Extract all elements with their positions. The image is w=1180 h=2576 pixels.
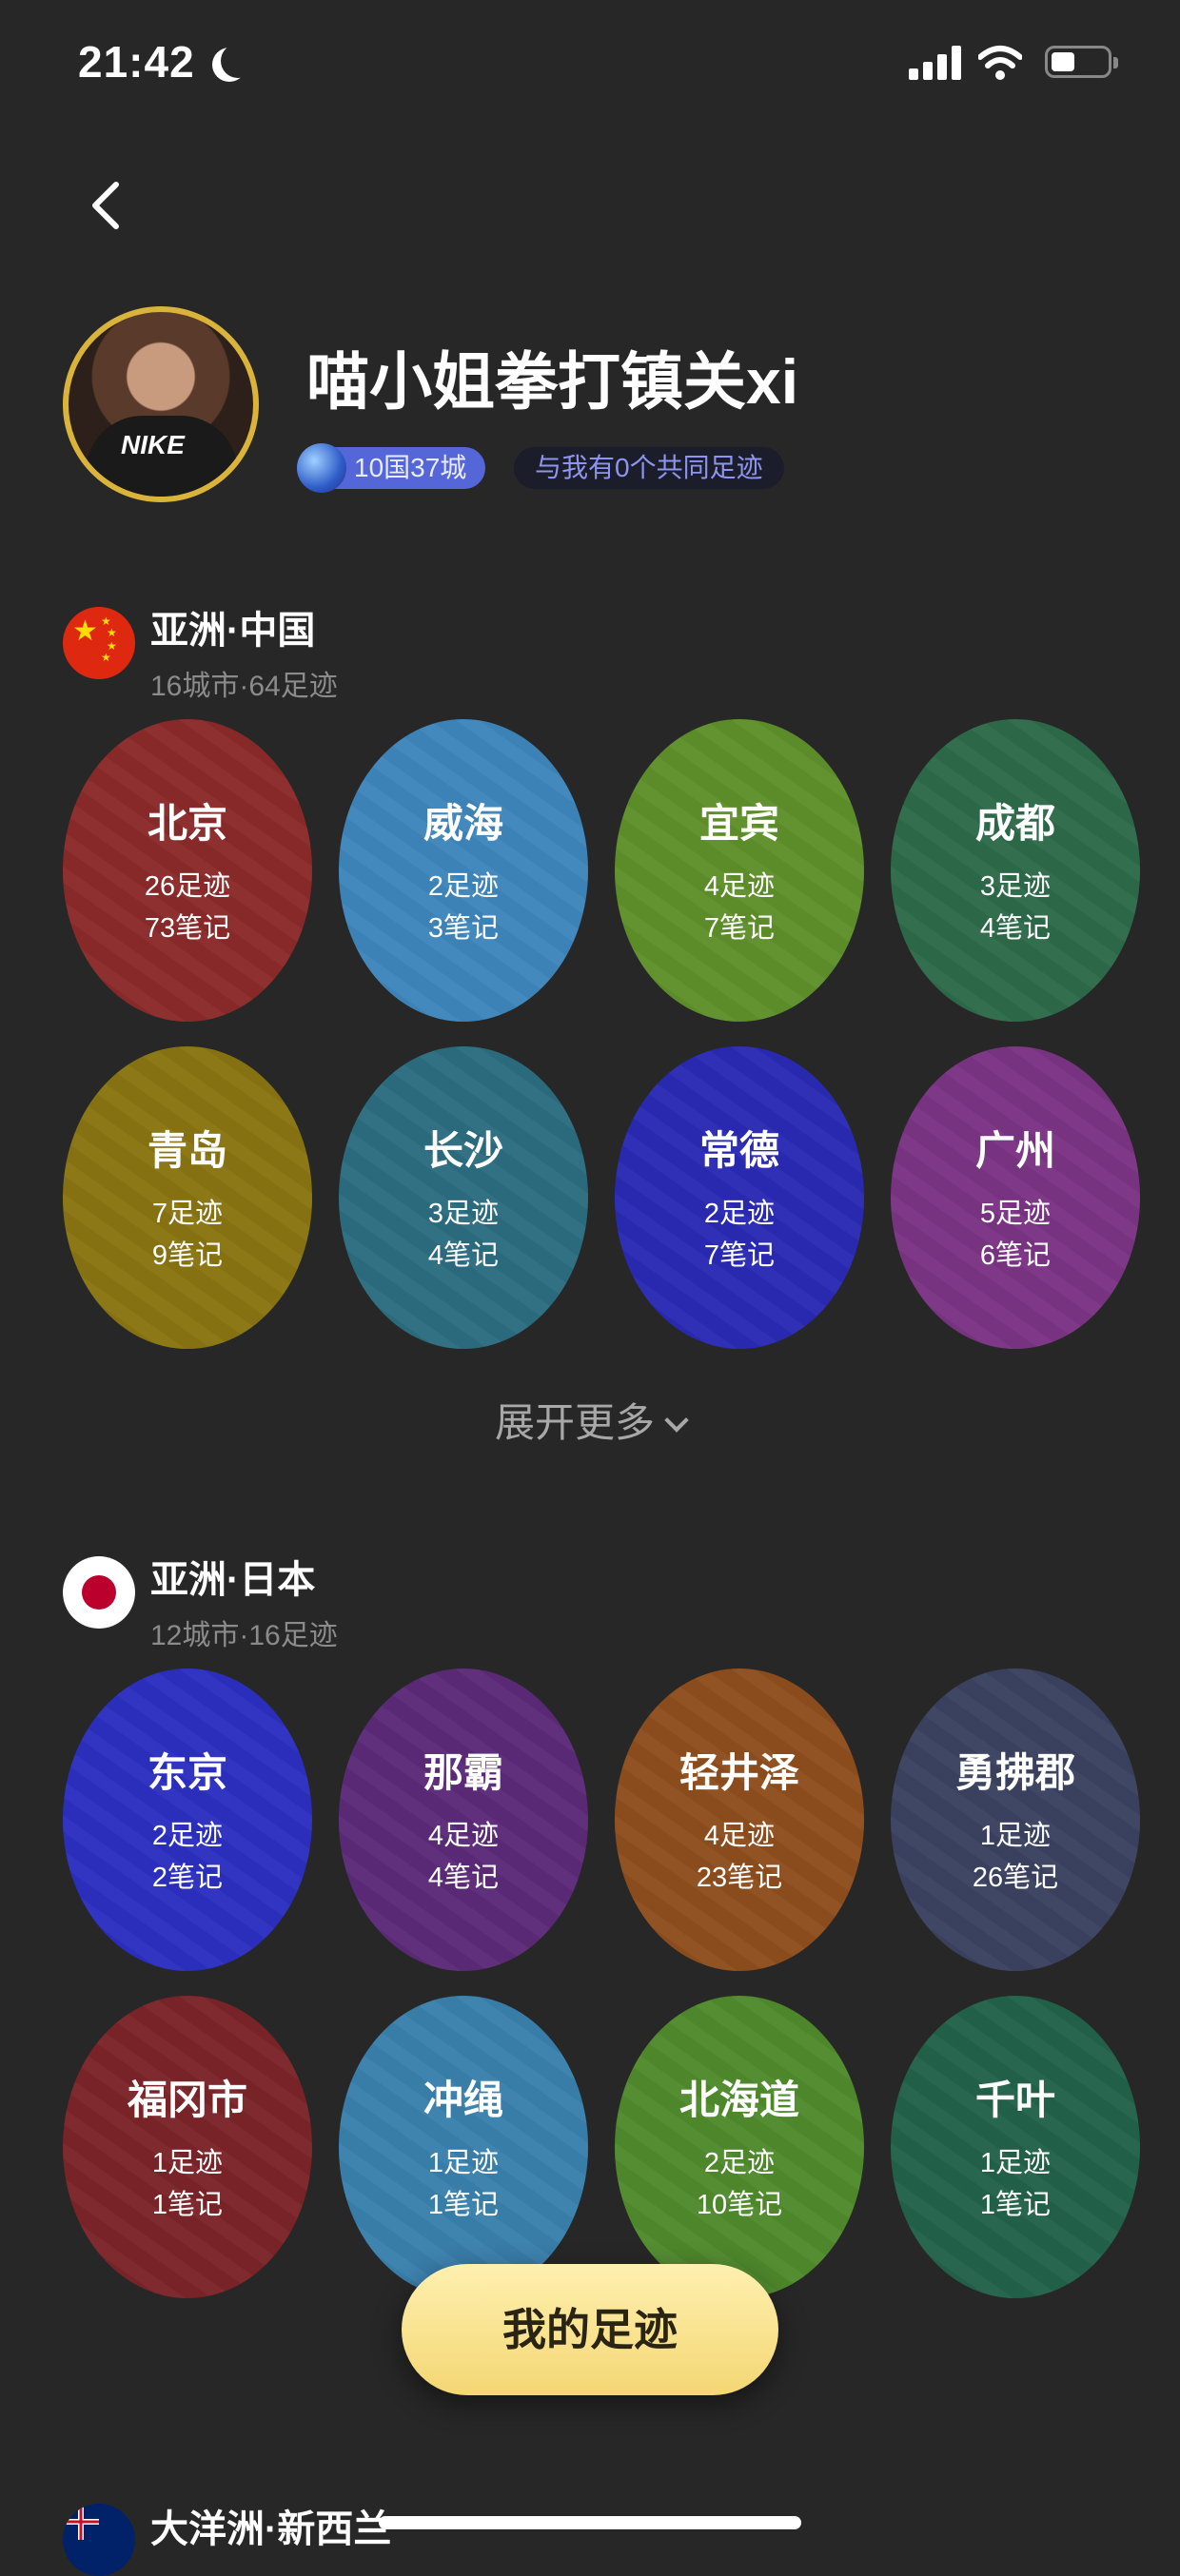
city-footprints: 2足迹 xyxy=(703,2148,776,2178)
my-footprints-button[interactable]: 我的足迹 xyxy=(402,2264,778,2395)
city-card[interactable]: 轻井泽 4足迹 23笔记 xyxy=(615,1669,864,1971)
city-name: 福冈市 xyxy=(127,2078,247,2122)
city-notes: 1笔记 xyxy=(979,2190,1052,2220)
city-footprints: 4足迹 xyxy=(427,1821,500,1851)
city-notes: 6笔记 xyxy=(979,1240,1052,1271)
city-card[interactable]: 勇拂郡 1足迹 26笔记 xyxy=(891,1669,1140,1971)
section-title-china: 亚洲·中国 xyxy=(150,610,316,652)
expand-more-label: 展开更多 xyxy=(494,1400,655,1445)
city-card[interactable]: 宜宾 4足迹 7笔记 xyxy=(615,719,864,1022)
city-card[interactable]: 成都 3足迹 4笔记 xyxy=(891,719,1140,1022)
section-subtitle-china: 16城市·64足迹 xyxy=(150,671,338,702)
city-footprints: 7足迹 xyxy=(151,1199,224,1229)
city-name: 成都 xyxy=(974,801,1055,846)
city-footprints: 3足迹 xyxy=(427,1199,500,1229)
city-footprints: 26足迹 xyxy=(144,871,231,902)
expand-more-button[interactable]: 展开更多 xyxy=(0,1391,1180,1449)
city-notes: 73笔记 xyxy=(144,913,231,944)
city-notes: 4笔记 xyxy=(979,913,1052,944)
common-footprints-badge[interactable]: 与我有0个共同足迹 xyxy=(514,447,784,489)
avatar[interactable]: NIKE xyxy=(63,306,259,502)
city-notes: 1笔记 xyxy=(427,2190,500,2220)
new-zealand-flag-icon xyxy=(63,2504,135,2576)
city-footprints: 4足迹 xyxy=(703,871,776,902)
status-time: 21:42 xyxy=(78,37,195,87)
section-title-japan: 亚洲·日本 xyxy=(150,1559,316,1601)
city-name: 北京 xyxy=(147,801,227,846)
city-name: 那霸 xyxy=(423,1750,503,1795)
city-card[interactable]: 威海 2足迹 3笔记 xyxy=(339,719,588,1022)
cellular-signal-icon xyxy=(909,46,962,80)
city-name: 勇拂郡 xyxy=(954,1750,1075,1795)
city-name: 北海道 xyxy=(678,2078,799,2122)
city-footprints: 2足迹 xyxy=(703,1199,776,1229)
city-notes: 4笔记 xyxy=(427,1240,500,1271)
city-card[interactable]: 北海道 2足迹 10笔记 xyxy=(615,1996,864,2298)
city-notes: 3笔记 xyxy=(427,913,500,944)
section-title-new-zealand: 大洋洲·新西兰 xyxy=(150,2508,392,2550)
city-notes: 23笔记 xyxy=(696,1863,783,1893)
city-card[interactable]: 那霸 4足迹 4笔记 xyxy=(339,1669,588,1971)
japan-flag-icon xyxy=(63,1556,135,1629)
city-card[interactable]: 东京 2足迹 2笔记 xyxy=(63,1669,312,1971)
city-footprints: 1足迹 xyxy=(427,2148,500,2178)
china-flag-icon: ★ ★ ★ ★ ★ xyxy=(63,607,135,679)
city-card[interactable]: 广州 5足迹 6笔记 xyxy=(891,1046,1140,1349)
city-notes: 7笔记 xyxy=(703,913,776,944)
city-card[interactable]: 冲绳 1足迹 1笔记 xyxy=(339,1996,588,2298)
city-notes: 26笔记 xyxy=(972,1863,1059,1893)
city-card[interactable]: 福冈市 1足迹 1笔记 xyxy=(63,1996,312,2298)
city-name: 冲绳 xyxy=(423,2078,503,2122)
city-footprints: 2足迹 xyxy=(151,1821,224,1851)
moon-icon xyxy=(221,44,255,78)
city-footprints: 3足迹 xyxy=(979,871,1052,902)
user-name: 喵小姐拳打镇关xi xyxy=(306,346,799,417)
city-name: 威海 xyxy=(423,801,503,846)
city-footprints: 1足迹 xyxy=(979,1821,1052,1851)
city-card[interactable]: 青岛 7足迹 9笔记 xyxy=(63,1046,312,1349)
city-footprints: 1足迹 xyxy=(151,2148,224,2178)
globe-icon xyxy=(297,443,346,493)
city-notes: 10笔记 xyxy=(696,2190,783,2220)
city-name: 宜宾 xyxy=(698,801,779,846)
city-footprints: 1足迹 xyxy=(979,2148,1052,2178)
city-card[interactable]: 长沙 3足迹 4笔记 xyxy=(339,1046,588,1349)
city-notes: 1笔记 xyxy=(151,2190,224,2220)
home-indicator xyxy=(379,2516,801,2529)
city-name: 轻井泽 xyxy=(678,1750,799,1795)
wifi-icon xyxy=(978,46,1022,80)
back-button[interactable] xyxy=(82,177,129,234)
chevron-down-icon xyxy=(664,1408,689,1433)
city-name: 常德 xyxy=(698,1128,779,1173)
city-card[interactable]: 北京 26足迹 73笔记 xyxy=(63,719,312,1022)
city-footprints: 5足迹 xyxy=(979,1199,1052,1229)
city-name: 长沙 xyxy=(423,1128,503,1173)
status-bar: 21:42 xyxy=(0,0,1180,124)
city-name: 广州 xyxy=(974,1128,1055,1173)
section-subtitle-japan: 12城市·16足迹 xyxy=(150,1620,338,1651)
city-notes: 2笔记 xyxy=(151,1863,224,1893)
city-name: 青岛 xyxy=(147,1128,227,1173)
city-footprints: 4足迹 xyxy=(703,1821,776,1851)
city-notes: 7笔记 xyxy=(703,1240,776,1271)
city-card[interactable]: 常德 2足迹 7笔记 xyxy=(615,1046,864,1349)
battery-icon xyxy=(1045,46,1118,78)
city-card[interactable]: 千叶 1足迹 1笔记 xyxy=(891,1996,1140,2298)
city-name: 东京 xyxy=(147,1750,227,1795)
city-footprints: 2足迹 xyxy=(427,871,500,902)
city-notes: 9笔记 xyxy=(151,1240,224,1271)
city-name: 千叶 xyxy=(974,2078,1055,2122)
city-notes: 4笔记 xyxy=(427,1863,500,1893)
avatar-logo: NIKE xyxy=(121,430,185,459)
